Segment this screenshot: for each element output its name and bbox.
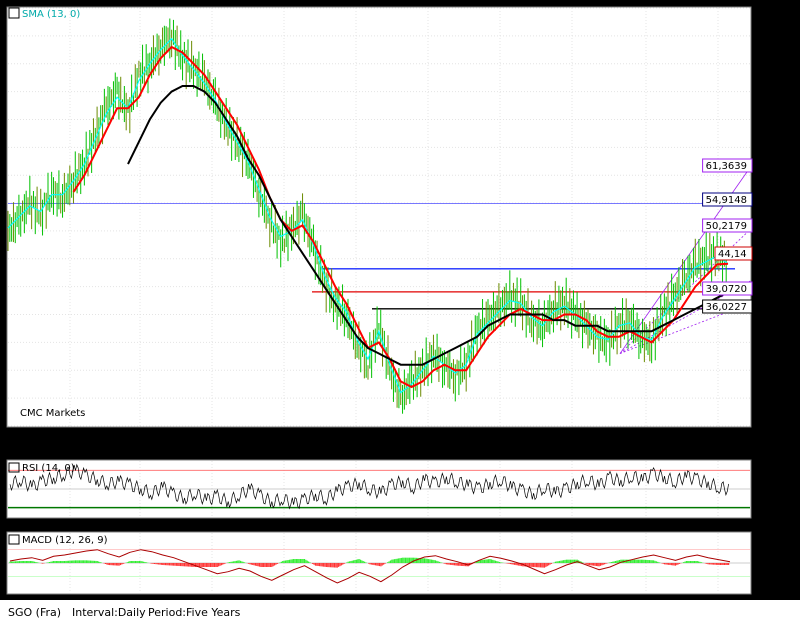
x-month-label: Nov <box>490 430 510 441</box>
price-y-tick-label: 75,0000 <box>756 88 797 99</box>
watermark: CMC Markets <box>20 408 85 419</box>
price-y-tick-label: 55,0000 <box>756 199 797 210</box>
rsi-indicator-label: RSI (14, 0) <box>22 463 75 474</box>
sma-indicator-label: SMA (13, 0) <box>22 9 80 20</box>
x-month-label: Mai <box>419 430 437 441</box>
price-y-tick-label: 40,0000 <box>756 283 797 294</box>
x-month-label: Mai <box>275 430 293 441</box>
price-y-tick-label: 25,0000 <box>756 366 797 377</box>
footer-symbol: SGO (Fra) <box>8 606 62 619</box>
chart-window: 90,0000 85,0000 80,0000 75,0000 70,0000 65,00… <box>0 0 800 625</box>
macd-y-tick-label: 4,0000 <box>754 532 789 543</box>
x-year-label: 2007 <box>78 442 103 453</box>
price-y-tick-label: 45,0000 <box>756 255 797 266</box>
price-label: 54,9148 <box>706 195 747 206</box>
price-y-tick-label: 85,0000 <box>756 32 797 43</box>
macd-y-tick-label: 2,0000 <box>754 546 789 557</box>
price-y-tick-label: 70,0000 <box>756 115 797 126</box>
x-year-label: 2009 <box>369 442 394 453</box>
price-y-tick-label: 15,0000 <box>756 422 797 433</box>
footer-period: Period:Five Years <box>148 606 241 619</box>
price-label: 36,0227 <box>706 302 747 313</box>
status-bar: SGO (Fra) Interval:Daily Period:Five Yea… <box>0 600 800 625</box>
x-year-label: 2008 <box>224 442 249 453</box>
price-y-tick-label: 20,0000 <box>756 394 797 405</box>
x-month-label: Mai <box>131 430 149 441</box>
x-year-label: 2011 <box>659 442 684 453</box>
x-year-label: 2010 <box>512 442 537 453</box>
x-month-label: Nov <box>636 430 656 441</box>
price-y-tick-label: 50,0000 <box>756 227 797 238</box>
price-label: 61,3639 <box>706 161 747 172</box>
price-label: 50,2179 <box>706 221 747 232</box>
price-y-tick-label: 35,0000 <box>756 311 797 322</box>
rsi-y-tick-label: 70% <box>757 466 779 477</box>
price-label: 44,14 <box>718 249 747 260</box>
macd-y-tick-label: -4,0000 <box>754 586 793 597</box>
price-label: 39,0720 <box>706 284 747 295</box>
x-month-label: Nov <box>202 430 222 441</box>
price-y-tick-label: 80,0000 <box>756 60 797 71</box>
price-y-tick-label: 60,0000 <box>756 171 797 182</box>
x-month-label: Mai <box>563 430 581 441</box>
price-y-tick-label: 90,0000 <box>756 4 797 15</box>
price-y-tick-label: 30,0000 <box>756 338 797 349</box>
footer-interval: Interval:Daily <box>72 606 146 619</box>
price-y-tick-label: 65,0000 <box>756 143 797 154</box>
chart-svg: 90,0000 85,0000 80,0000 75,0000 70,0000 65,00… <box>6 4 797 597</box>
price-panel <box>6 6 752 428</box>
x-month-label: Mai <box>709 430 727 441</box>
x-month-label: Nov <box>346 430 366 441</box>
macd-indicator-label: MACD (12, 26, 9) <box>22 535 108 546</box>
rsi-y-tick-label: 30% <box>757 504 779 515</box>
macd-y-tick-label: -2,0000 <box>754 572 793 583</box>
x-month-label: Nov <box>60 430 80 441</box>
macd-y-tick-label: 0,0000 <box>754 559 789 570</box>
rsi-y-tick-label: 50% <box>757 485 779 496</box>
